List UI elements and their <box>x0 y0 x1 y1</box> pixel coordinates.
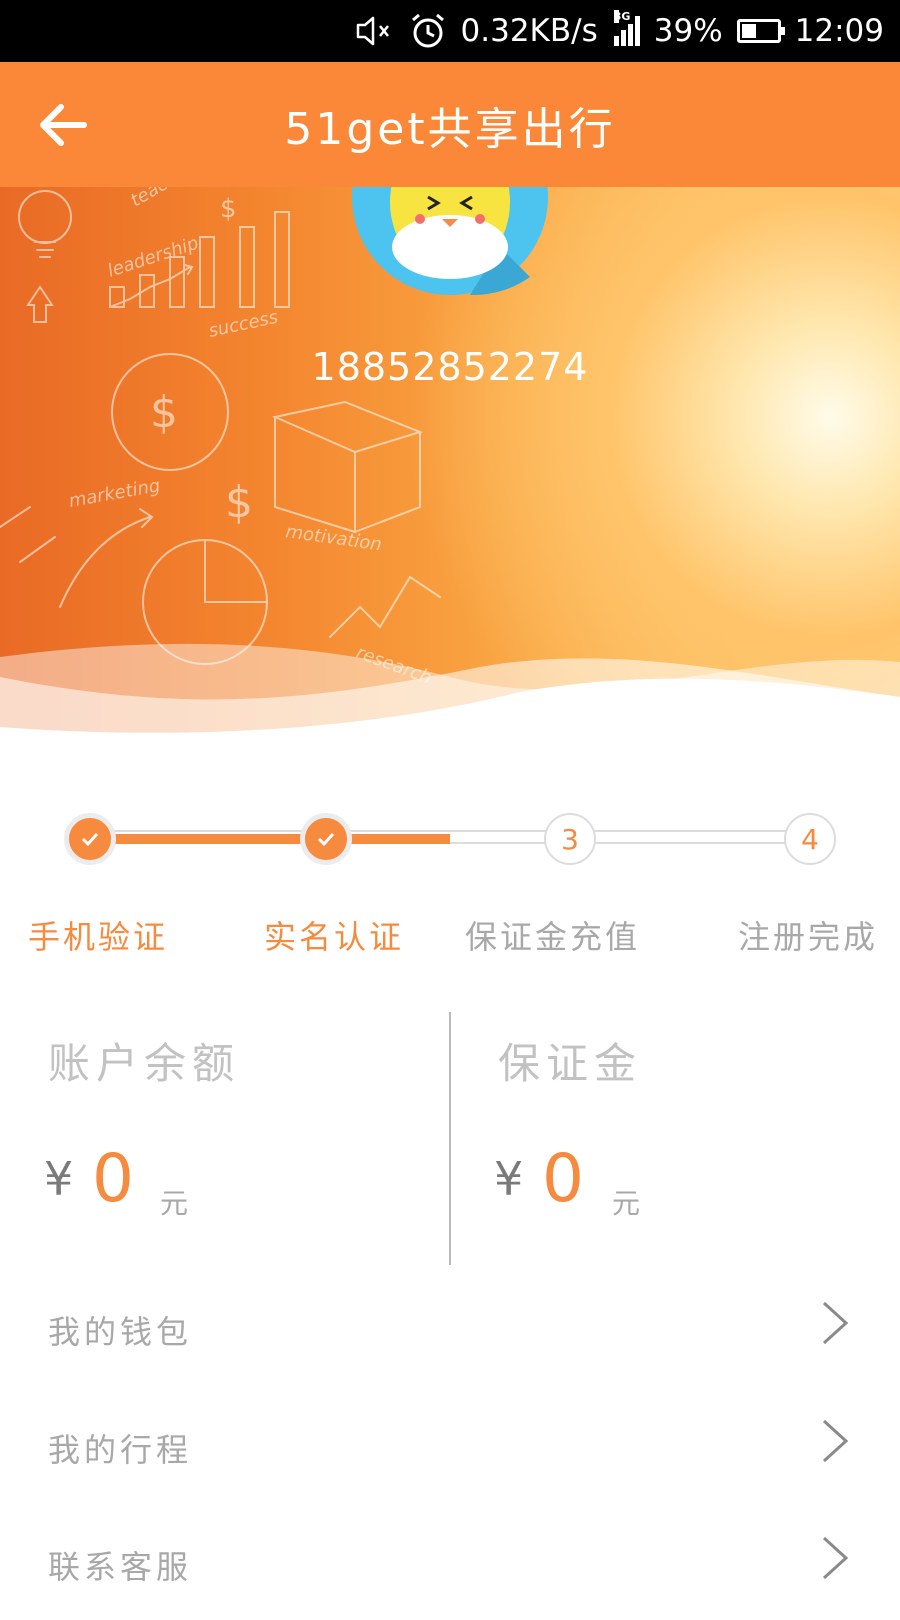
svg-text:success: success <box>207 307 280 342</box>
step-3-number: 3 <box>544 813 596 865</box>
battery-icon <box>736 19 785 43</box>
svg-text:$: $ <box>150 387 178 438</box>
account-amount: 0 <box>92 1140 134 1217</box>
page-title: 51get共享出行 <box>284 103 616 155</box>
step-2-check-icon <box>300 813 352 865</box>
back-button[interactable] <box>36 98 90 152</box>
chevron-right-icon <box>822 1419 849 1463</box>
balance-panel: 账户余额 ¥ 0 元 保证金 ¥ 0 元 <box>0 1012 900 1265</box>
deposit-currency: ¥ <box>494 1152 524 1206</box>
signal-icon: 3G <box>612 10 640 46</box>
step-label-deposit-recharge[interactable]: 保证金充值 <box>465 912 640 958</box>
status-bar: 0.32KB/s 3G 39% 12:09 <box>0 0 900 62</box>
menu-label: 联系客服 <box>48 1548 193 1586</box>
step-label-phone-verify[interactable]: 手机验证 <box>28 912 168 958</box>
svg-text:$: $ <box>220 194 237 224</box>
deposit-amount: 0 <box>542 1140 584 1217</box>
phone-number: 18852852274 <box>311 345 589 389</box>
profile-banner: $ $ $ leadership success marketing motiv… <box>0 187 900 747</box>
menu-label: 我的钱包 <box>48 1313 193 1351</box>
progress-fill <box>90 834 450 844</box>
network-type: 3G <box>613 10 631 23</box>
menu-item-customer-service[interactable]: 联系客服 <box>0 1502 900 1620</box>
menu-item-trips[interactable]: 我的行程 <box>0 1385 900 1503</box>
svg-text:$: $ <box>225 477 253 528</box>
account-unit: 元 <box>160 1187 189 1220</box>
step-label-registration-complete: 注册完成 <box>738 918 879 956</box>
penguin-avatar-icon[interactable] <box>350 187 550 297</box>
chevron-right-icon <box>822 1536 849 1580</box>
wave-divider <box>0 643 900 747</box>
account-balance-title: 账户余额 <box>48 1039 241 1088</box>
battery-percent: 39% <box>653 13 723 49</box>
app-header: 51get共享出行 <box>0 62 900 187</box>
step-1-check-icon <box>64 813 116 865</box>
deposit-unit: 元 <box>612 1187 641 1220</box>
clock-time: 12:09 <box>794 13 884 49</box>
menu-item-wallet[interactable]: 我的钱包 <box>0 1267 900 1385</box>
chevron-right-icon <box>822 1301 849 1345</box>
alarm-icon <box>409 12 447 50</box>
balance-divider <box>449 1012 451 1265</box>
registration-progress: 3 4 手机验证 实名认证 保证金充值 注册完成 <box>0 800 900 980</box>
account-currency: ¥ <box>44 1152 74 1206</box>
deposit-title: 保证金 <box>498 1039 643 1088</box>
svg-text:teaching: teaching <box>127 187 205 211</box>
step-4-number: 4 <box>784 813 836 865</box>
svg-text:marketing: marketing <box>67 475 162 512</box>
speed-text: 0.32KB/s <box>460 13 598 49</box>
back-arrow-icon <box>40 104 87 146</box>
step-label-real-name[interactable]: 实名认证 <box>264 912 404 958</box>
mute-icon <box>355 13 395 49</box>
menu-label: 我的行程 <box>48 1431 193 1469</box>
